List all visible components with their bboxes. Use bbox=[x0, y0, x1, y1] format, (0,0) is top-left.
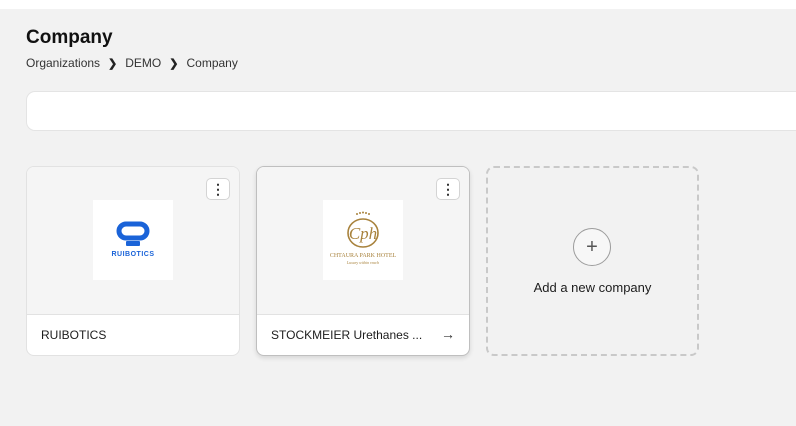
breadcrumb-company: Company bbox=[186, 56, 238, 70]
add-company-card[interactable]: + Add a new company bbox=[486, 166, 699, 356]
more-vertical-icon: ⋮ bbox=[211, 181, 225, 197]
company-card-stockmeier[interactable]: Cph CHTAURA PARK HOTEL Luxury within rea… bbox=[256, 166, 470, 356]
card-menu-button[interactable]: ⋮ bbox=[206, 178, 230, 200]
svg-text:Luxury within reach: Luxury within reach bbox=[346, 260, 379, 265]
chevron-right-icon: ❯ bbox=[108, 57, 118, 70]
page-title: Company bbox=[26, 27, 113, 48]
card-menu-button[interactable]: ⋮ bbox=[436, 178, 460, 200]
breadcrumb-demo[interactable]: DEMO bbox=[125, 56, 161, 70]
svg-text:CHTAURA PARK HOTEL: CHTAURA PARK HOTEL bbox=[330, 253, 397, 259]
chevron-right-icon: ❯ bbox=[169, 57, 179, 70]
company-name: RUIBOTICS bbox=[41, 328, 107, 342]
card-image-area: Cph CHTAURA PARK HOTEL Luxury within rea… bbox=[257, 167, 469, 315]
company-logo: RUIBOTICS bbox=[93, 200, 173, 280]
company-logo: Cph CHTAURA PARK HOTEL Luxury within rea… bbox=[323, 200, 403, 280]
more-vertical-icon: ⋮ bbox=[441, 181, 455, 197]
svg-text:Cph: Cph bbox=[349, 224, 377, 243]
chtaura-park-hotel-logo: Cph CHTAURA PARK HOTEL Luxury within rea… bbox=[330, 211, 397, 265]
svg-text:RUIBOTICS: RUIBOTICS bbox=[112, 251, 155, 258]
plus-icon[interactable]: + bbox=[573, 228, 611, 266]
search-input[interactable] bbox=[26, 91, 796, 131]
breadcrumb: Organizations ❯ DEMO ❯ Company bbox=[26, 56, 238, 70]
breadcrumb-organizations[interactable]: Organizations bbox=[26, 56, 100, 70]
page: Company Organizations ❯ DEMO ❯ Company R… bbox=[0, 9, 796, 426]
company-card-ruibotics[interactable]: RUIBOTICS ⋮ RUIBOTICS bbox=[26, 166, 240, 356]
company-name: STOCKMEIER Urethanes ... bbox=[271, 328, 423, 342]
add-company-label: Add a new company bbox=[533, 280, 652, 295]
ruibotics-logo: RUIBOTICS bbox=[112, 221, 155, 258]
card-image-area: RUIBOTICS ⋮ bbox=[27, 167, 239, 315]
arrow-right-icon[interactable]: → bbox=[441, 326, 455, 342]
